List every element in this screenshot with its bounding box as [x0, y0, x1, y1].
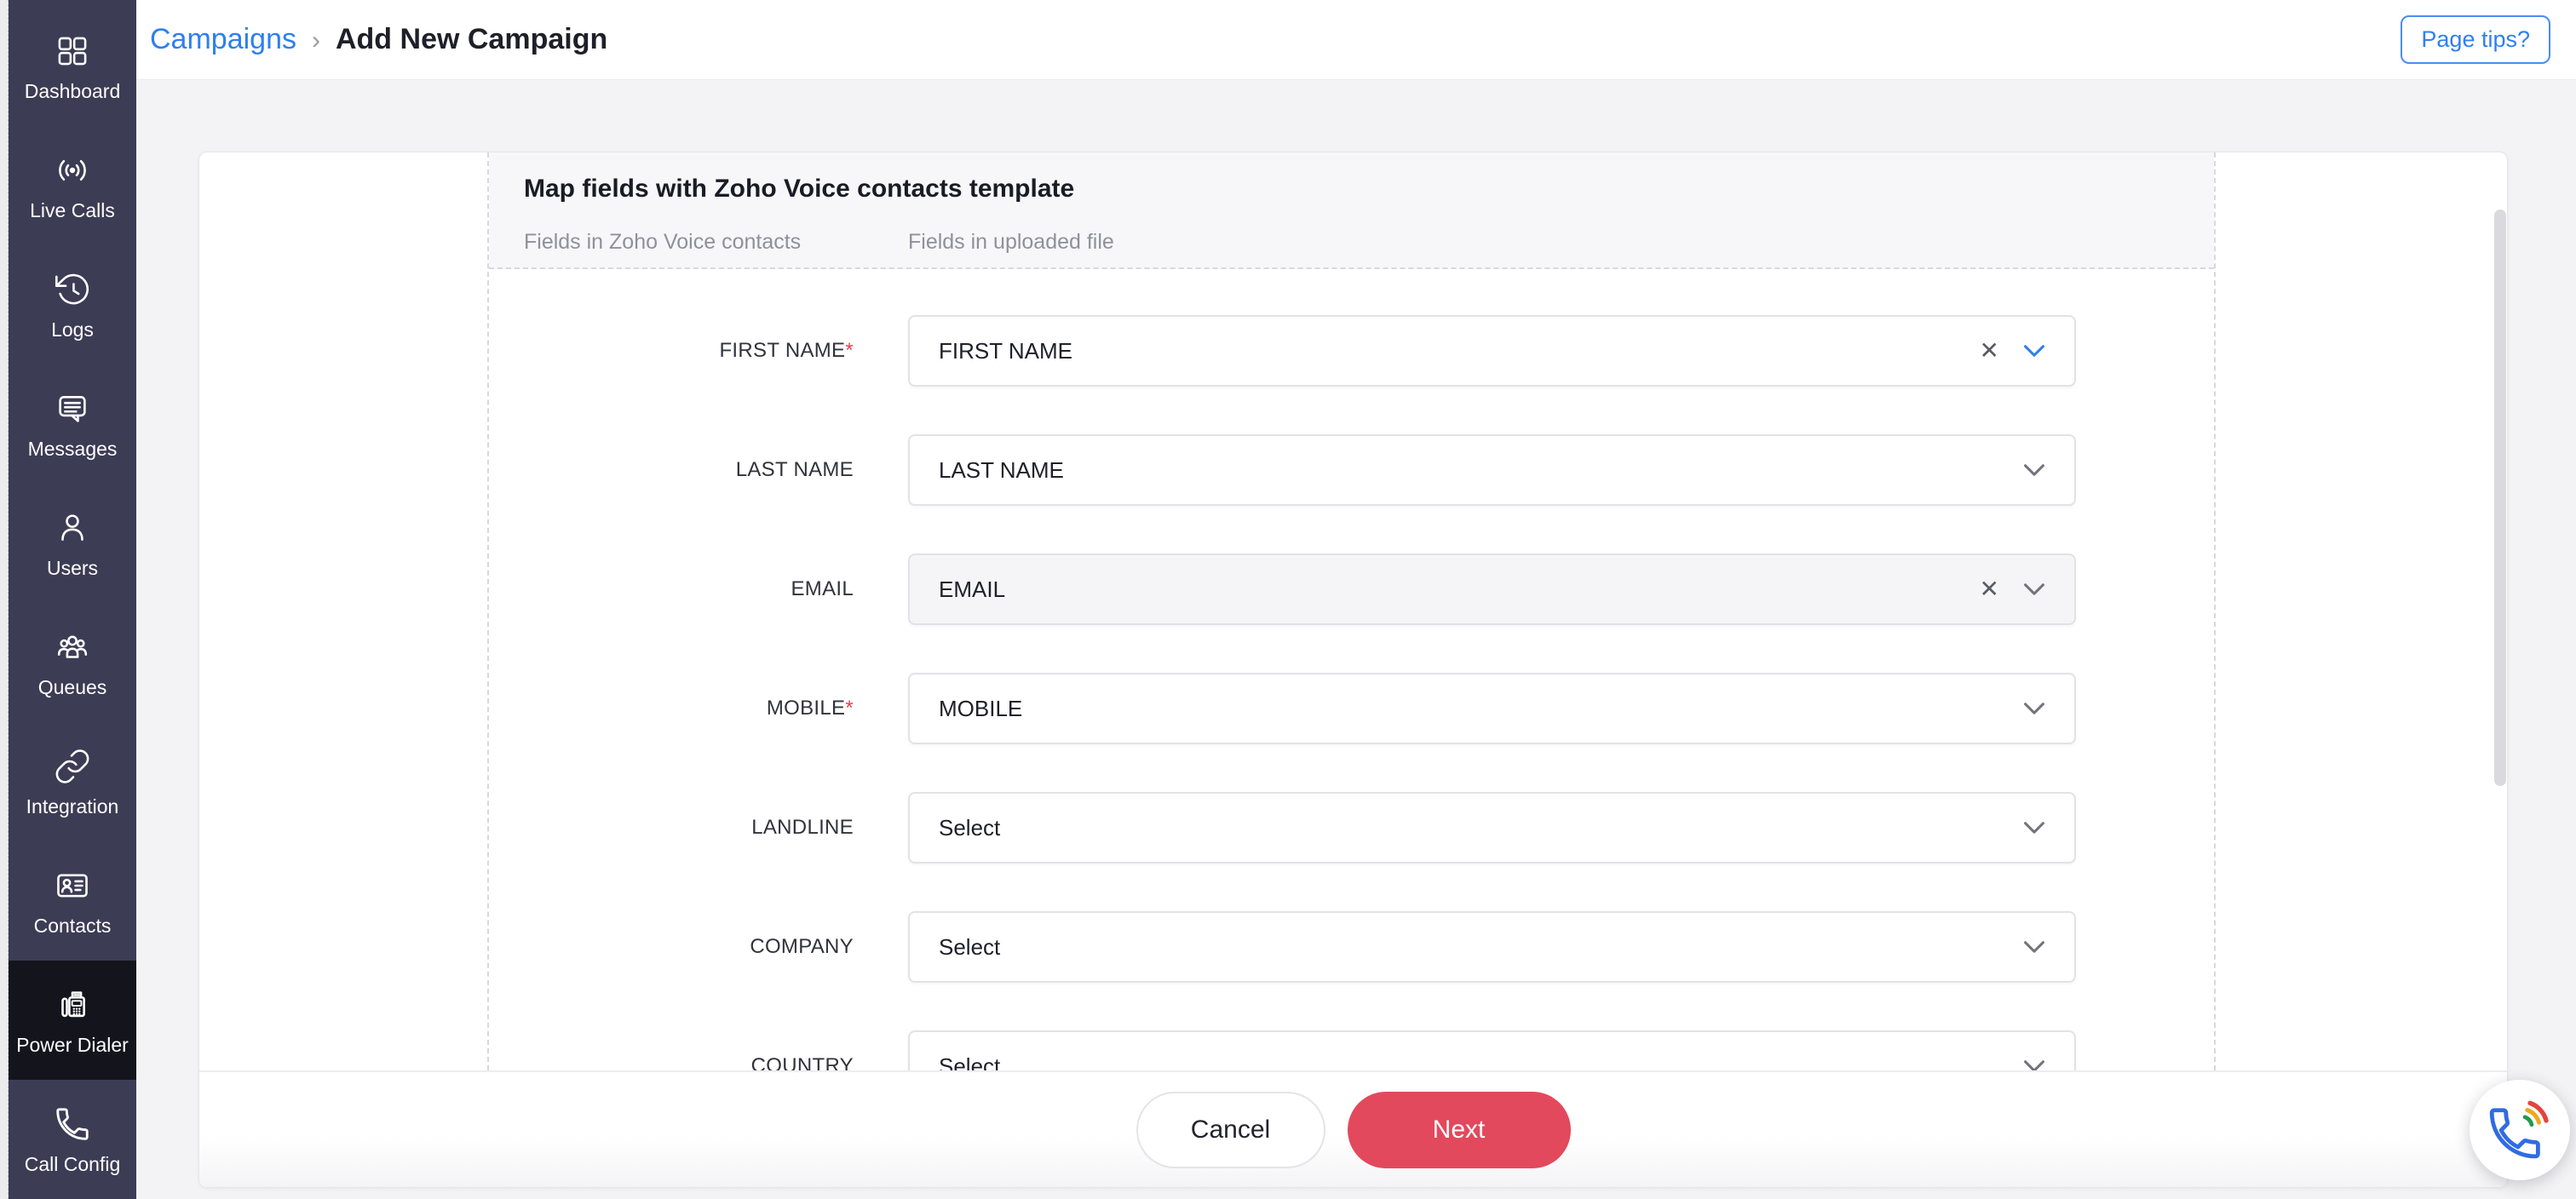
- field-label: LAST NAME: [489, 458, 854, 482]
- zoho-voice-logo-icon: [2487, 1098, 2552, 1162]
- mapping-rows: FIRST NAME* FIRST NAME ✕ LAST NAME LAST …: [489, 269, 2214, 1070]
- call-config-phone-icon: [53, 1104, 92, 1144]
- sidebar-item-label: Call Config: [25, 1155, 121, 1174]
- mapping-row-company: COMPANY Select: [489, 911, 2214, 983]
- next-button[interactable]: Next: [1348, 1092, 1571, 1168]
- panel-title: Map fields with Zoho Voice contacts temp…: [524, 175, 2214, 204]
- mapping-row-email: EMAIL EMAIL ✕: [489, 554, 2214, 625]
- sidebar-item-label: Messages: [28, 439, 118, 459]
- messages-chat-icon: [53, 389, 92, 428]
- dashboard-grid-icon: [53, 32, 92, 71]
- app-window: Dashboard Live Calls Logs: [0, 0, 2576, 1199]
- chevron-down-icon[interactable]: [2023, 821, 2045, 835]
- page-tips-button[interactable]: Page tips?: [2401, 15, 2550, 64]
- cancel-button[interactable]: Cancel: [1136, 1092, 1325, 1168]
- dropdown-value: Select: [939, 815, 1000, 841]
- mapping-row-first-name: FIRST NAME* FIRST NAME ✕: [489, 315, 2214, 387]
- country-dropdown[interactable]: Select: [908, 1030, 2076, 1070]
- company-dropdown[interactable]: Select: [908, 911, 2076, 983]
- field-label: COMPANY: [489, 935, 854, 959]
- dropdown-value: Select: [939, 934, 1000, 961]
- sidebar: Dashboard Live Calls Logs: [9, 0, 136, 1199]
- sidebar-item-queues[interactable]: Queues: [9, 603, 136, 722]
- queues-group-icon: [53, 628, 92, 667]
- chevron-down-icon[interactable]: [2023, 940, 2045, 954]
- column-header-zoho-fields: Fields in Zoho Voice contacts: [524, 230, 801, 255]
- live-calls-broadcast-icon: [53, 151, 92, 190]
- contacts-card-icon: [53, 866, 92, 905]
- sidebar-item-label: Queues: [38, 678, 107, 697]
- clear-icon[interactable]: ✕: [1980, 577, 1999, 601]
- required-mark: *: [845, 339, 854, 362]
- mapping-panel-header: Map fields with Zoho Voice contacts temp…: [489, 152, 2214, 269]
- breadcrumb-campaigns-link[interactable]: Campaigns: [150, 23, 296, 56]
- email-dropdown[interactable]: EMAIL ✕: [908, 554, 2076, 625]
- breadcrumb-current-page: Add New Campaign: [336, 23, 607, 56]
- column-headers: Fields in Zoho Voice contacts Fields in …: [524, 230, 2214, 254]
- last-name-dropdown[interactable]: LAST NAME: [908, 434, 2076, 506]
- mapping-row-country: COUNTRY Select: [489, 1030, 2214, 1070]
- sidebar-item-label: Dashboard: [25, 82, 121, 101]
- mapping-row-landline: LANDLINE Select: [489, 792, 2214, 863]
- mapping-row-last-name: LAST NAME LAST NAME: [489, 434, 2214, 506]
- landline-dropdown[interactable]: Select: [908, 792, 2076, 863]
- window-edge: [0, 0, 9, 1199]
- scrollbar-thumb[interactable]: [2494, 209, 2506, 786]
- power-dialer-phone-icon: [53, 985, 92, 1024]
- chevron-down-icon[interactable]: [2023, 1059, 2045, 1070]
- sidebar-item-dashboard[interactable]: Dashboard: [9, 7, 136, 126]
- required-mark: *: [845, 697, 854, 720]
- sidebar-item-power-dialer[interactable]: Power Dialer: [9, 961, 136, 1080]
- sidebar-item-live-calls[interactable]: Live Calls: [9, 126, 136, 245]
- sidebar-item-label: Users: [47, 559, 98, 578]
- integration-link-icon: [53, 747, 92, 786]
- sidebar-item-users[interactable]: Users: [9, 484, 136, 603]
- chevron-down-icon[interactable]: [2023, 582, 2045, 596]
- topbar: Campaigns › Add New Campaign Page tips?: [136, 0, 2576, 80]
- first-name-dropdown[interactable]: FIRST NAME ✕: [908, 315, 2076, 387]
- sidebar-item-logs[interactable]: Logs: [9, 245, 136, 364]
- chevron-down-icon[interactable]: [2023, 344, 2045, 358]
- dropdown-value: MOBILE: [939, 696, 1022, 722]
- field-label: MOBILE*: [489, 697, 854, 720]
- clear-icon[interactable]: ✕: [1980, 339, 1999, 363]
- logs-history-icon: [53, 270, 92, 309]
- zoho-voice-dialer-fab[interactable]: [2470, 1080, 2570, 1180]
- sidebar-item-messages[interactable]: Messages: [9, 364, 136, 484]
- sidebar-item-integration[interactable]: Integration: [9, 722, 136, 841]
- mapping-row-mobile: MOBILE* MOBILE: [489, 673, 2214, 744]
- dropdown-value: Select: [939, 1053, 1000, 1071]
- chevron-down-icon[interactable]: [2023, 702, 2045, 715]
- field-label: LANDLINE: [489, 816, 854, 840]
- field-mapping-panel: Map fields with Zoho Voice contacts temp…: [487, 152, 2216, 1070]
- sidebar-item-label: Power Dialer: [16, 1036, 129, 1055]
- dropdown-value: FIRST NAME: [939, 338, 1072, 364]
- chevron-down-icon[interactable]: [2023, 463, 2045, 477]
- sidebar-item-label: Logs: [51, 320, 94, 340]
- dropdown-value: LAST NAME: [939, 457, 1064, 484]
- sidebar-item-contacts[interactable]: Contacts: [9, 841, 136, 961]
- sidebar-item-label: Contacts: [34, 916, 112, 936]
- field-label: EMAIL: [489, 577, 854, 601]
- field-label: COUNTRY: [489, 1054, 854, 1070]
- sidebar-item-label: Integration: [26, 797, 119, 817]
- campaign-mapping-card: Map fields with Zoho Voice contacts temp…: [198, 152, 2508, 1188]
- dropdown-value: EMAIL: [939, 577, 1005, 603]
- sidebar-item-call-config[interactable]: Call Config: [9, 1080, 136, 1199]
- sidebar-item-label: Live Calls: [30, 201, 115, 221]
- users-person-icon: [53, 508, 92, 548]
- breadcrumb-separator-icon: ›: [312, 25, 320, 55]
- mobile-dropdown[interactable]: MOBILE: [908, 673, 2076, 744]
- wizard-footer: Cancel Next: [199, 1070, 2507, 1187]
- column-header-file-fields: Fields in uploaded file: [908, 230, 1114, 255]
- field-label: FIRST NAME*: [489, 339, 854, 363]
